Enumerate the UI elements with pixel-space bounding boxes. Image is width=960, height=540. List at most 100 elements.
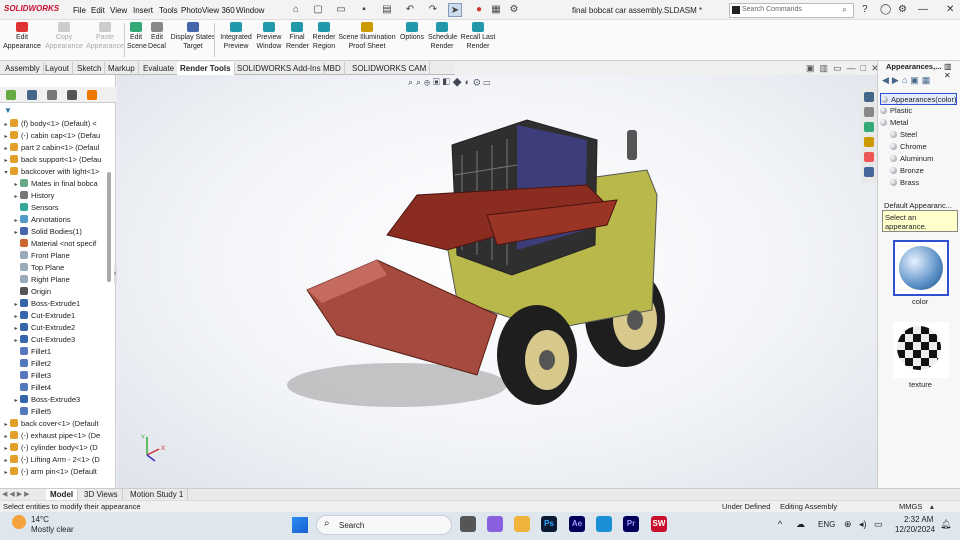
- tab-assembly[interactable]: Assembly: [2, 62, 44, 75]
- tree-item[interactable]: ▸ Boss-Extrude3: [12, 394, 120, 406]
- restore-icon[interactable]: ▭: [833, 63, 842, 73]
- settings-icon[interactable]: ⚙: [898, 4, 907, 15]
- texture-swatch[interactable]: [893, 322, 949, 378]
- tree-item[interactable]: ▸ Cut-Extrude2: [12, 322, 120, 334]
- tree-item[interactable]: ▾ backcover with light<1>: [2, 166, 110, 178]
- tree-item[interactable]: ▸ (-) cylinder body<1> (D: [2, 442, 110, 454]
- tree-item[interactable]: Sensors: [12, 202, 120, 214]
- premiere-icon[interactable]: Pr: [623, 516, 639, 532]
- appearance-folder[interactable]: Appearances(color): [880, 93, 958, 105]
- appearance-folder[interactable]: Brass: [890, 177, 919, 189]
- expand-toggle-icon[interactable]: ▸: [2, 119, 10, 130]
- tab-scroll-arrows[interactable]: ◀◀▶▶: [2, 490, 32, 498]
- tree-item[interactable]: ▸ Boss-Extrude1: [12, 298, 120, 310]
- expand-toggle-icon[interactable]: ▸: [2, 155, 10, 166]
- search-input[interactable]: Search Commands: [742, 6, 802, 13]
- tree-item[interactable]: ▸ (-) Lifting Arm - 2<1> (D: [2, 454, 110, 466]
- notification-bell-icon[interactable]: 🔔︎: [940, 519, 951, 530]
- ribbon-button-12[interactable]: Schedule Render: [428, 22, 457, 51]
- tile-icon[interactable]: ▣: [806, 63, 815, 73]
- bottom-tab-motion-study-1[interactable]: Motion Study 1: [126, 489, 189, 500]
- tree-item[interactable]: ▸ Mates in final bobca: [12, 178, 120, 190]
- ribbon-button-6[interactable]: Integrated Preview: [218, 22, 254, 51]
- tree-item[interactable]: ▸ Cut-Extrude1: [12, 310, 120, 322]
- ribbon-button-2[interactable]: Paste Appearance: [85, 22, 125, 51]
- file-properties-icon[interactable]: ▦: [489, 3, 503, 17]
- expand-toggle-icon[interactable]: ▾: [2, 167, 10, 178]
- menu-insert[interactable]: Insert: [133, 6, 153, 15]
- split-icon[interactable]: ▥: [820, 63, 829, 73]
- tree-item[interactable]: Fillet4: [12, 382, 120, 394]
- new-document-icon[interactable]: ▢: [311, 3, 325, 17]
- expand-toggle-icon[interactable]: ▸: [12, 215, 20, 226]
- appearance-folder[interactable]: Metal: [880, 117, 908, 129]
- configuration-manager-icon[interactable]: [47, 90, 57, 100]
- tab-sketch[interactable]: Sketch: [74, 62, 106, 75]
- expand-toggle-icon[interactable]: ▸: [12, 191, 20, 202]
- weather-icon[interactable]: [12, 515, 26, 529]
- edge-icon[interactable]: [596, 516, 612, 532]
- photoshop-icon[interactable]: Ps: [541, 516, 557, 532]
- menu-tools[interactable]: Tools: [159, 6, 178, 15]
- tree-item[interactable]: Fillet2: [12, 358, 120, 370]
- expand-toggle-icon[interactable]: ▸: [2, 419, 10, 430]
- tree-item[interactable]: ▸ Annotations: [12, 214, 120, 226]
- tree-item[interactable]: Material <not specif: [12, 238, 120, 250]
- options-gear-icon[interactable]: ⚙: [507, 3, 521, 17]
- feature-manager-icon[interactable]: [6, 90, 16, 100]
- menu-view[interactable]: View: [110, 6, 127, 15]
- tree-item[interactable]: Fillet1: [12, 346, 120, 358]
- weather-temp[interactable]: 14°C: [31, 515, 49, 524]
- print-icon[interactable]: ▤: [380, 3, 394, 17]
- bobcat-model-render[interactable]: Y X: [117, 75, 877, 488]
- save-icon[interactable]: ▪: [357, 3, 371, 17]
- clock-time[interactable]: 2:32 AM: [904, 515, 933, 524]
- expand-toggle-icon[interactable]: ▸: [12, 395, 20, 406]
- search-commands-field[interactable]: Search Commands ⌕: [729, 3, 854, 18]
- onedrive-icon[interactable]: ☁: [796, 519, 805, 530]
- ribbon-button-3[interactable]: Edit Scene: [127, 22, 147, 51]
- expand-toggle-icon[interactable]: ▸: [2, 143, 10, 154]
- ribbon-button-10[interactable]: Scene Illumination Proof Sheet: [338, 22, 396, 51]
- property-manager-icon[interactable]: [27, 90, 37, 100]
- design-library-icon[interactable]: [864, 122, 874, 132]
- menu-file[interactable]: File: [73, 6, 86, 15]
- tree-item[interactable]: ▸ (-) cabin cap<1> (Defau: [2, 130, 110, 142]
- menu-edit[interactable]: Edit: [91, 6, 105, 15]
- windows-start-icon[interactable]: [292, 517, 308, 533]
- tree-item[interactable]: ▸ Solid Bodies(1): [12, 226, 120, 238]
- ribbon-button-7[interactable]: Preview Window: [256, 22, 282, 51]
- help-icon[interactable]: ?: [862, 4, 868, 15]
- appearance-folder[interactable]: Steel: [890, 129, 917, 141]
- expand-toggle-icon[interactable]: ▸: [12, 323, 20, 334]
- select-pointer-icon[interactable]: ➤: [448, 3, 462, 17]
- bottom-tab-3d-views[interactable]: 3D Views: [80, 489, 123, 500]
- tray-chevron-icon[interactable]: ^: [778, 519, 782, 529]
- close-icon[interactable]: ✕: [946, 4, 954, 15]
- ribbon-button-9[interactable]: Render Region: [312, 22, 336, 51]
- filter-icon[interactable]: ▼: [4, 106, 12, 115]
- tree-item[interactable]: Top Plane: [12, 262, 120, 274]
- heads-up-view-toolbar[interactable]: ⌕⌕⊕▣◧◆◐⚙▭: [408, 77, 493, 88]
- tree-item[interactable]: ▸ back cover<1> (Default: [2, 418, 110, 430]
- tab-mbd[interactable]: MBD: [320, 62, 345, 75]
- expand-toggle-icon[interactable]: ▸: [2, 443, 10, 454]
- battery-icon[interactable]: ▭: [874, 519, 883, 530]
- color-swatch[interactable]: [893, 240, 949, 296]
- tab-layout[interactable]: Layout: [42, 62, 74, 75]
- tree-item[interactable]: ▸ Cut-Extrude3: [12, 334, 120, 346]
- maximize-view-icon[interactable]: □: [861, 63, 866, 73]
- expand-toggle-icon[interactable]: ▸: [2, 467, 10, 478]
- ribbon-button-5[interactable]: Display States Target: [170, 22, 216, 51]
- expand-toggle-icon[interactable]: ▸: [2, 431, 10, 442]
- tree-item[interactable]: Front Plane: [12, 250, 120, 262]
- tree-item[interactable]: Origin: [12, 286, 120, 298]
- appearance-folder[interactable]: Bronze: [890, 165, 924, 177]
- expand-toggle-icon[interactable]: ▸: [2, 131, 10, 142]
- network-icon[interactable]: ⊕: [844, 519, 852, 530]
- undo-icon[interactable]: ↶: [403, 3, 417, 17]
- appearance-folder[interactable]: Chrome: [890, 141, 927, 153]
- solidworks-taskbar-icon[interactable]: SW: [651, 516, 667, 532]
- task-view-icon[interactable]: [460, 516, 476, 532]
- copilot-icon[interactable]: [487, 516, 503, 532]
